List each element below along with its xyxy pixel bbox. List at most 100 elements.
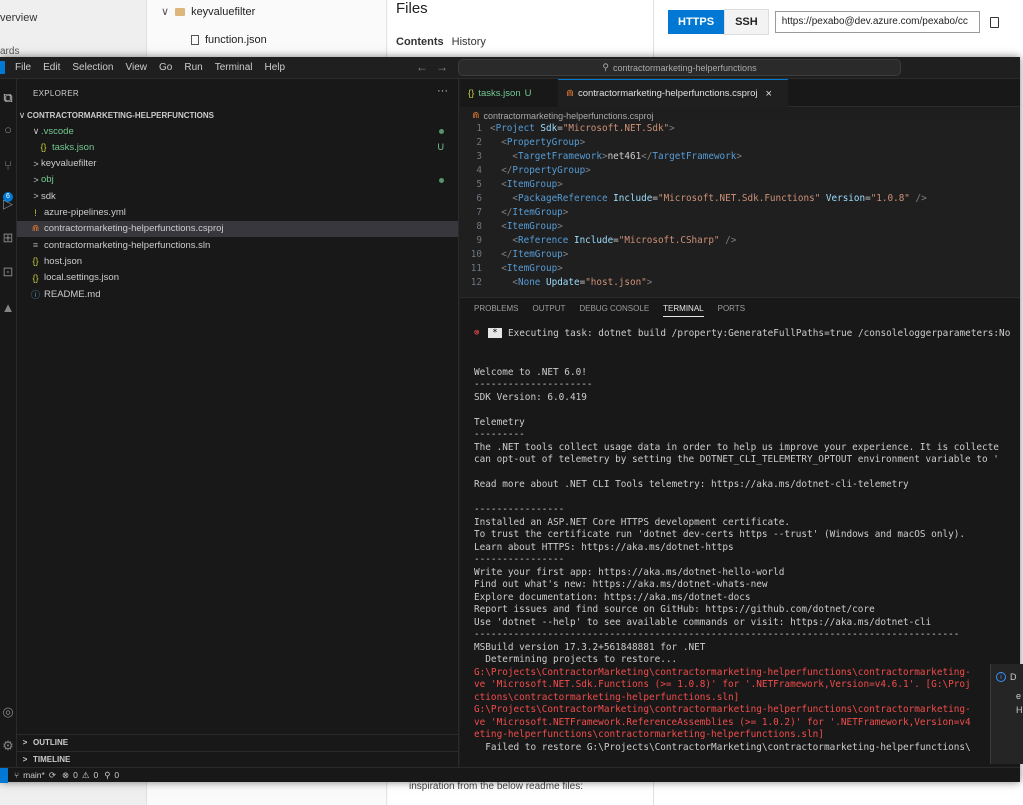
more-actions-icon[interactable]: ··· bbox=[437, 85, 448, 97]
tree-item[interactable]: {} tasks.json U bbox=[17, 139, 458, 155]
tab-tasks-json[interactable]: {} tasks.json U bbox=[460, 79, 558, 107]
tab-terminal[interactable]: TERMINAL bbox=[663, 304, 704, 317]
code-line: 8 <ItemGroup> bbox=[460, 221, 1020, 235]
tree-item-keyvaluefilter[interactable]: ∨ keyvaluefilter bbox=[161, 5, 255, 19]
explorer-root[interactable]: ∨ CONTRACTORMARKETING-HELPERFUNCTIONS bbox=[17, 107, 458, 123]
terminal-line: Welcome to .NET 6.0! bbox=[474, 366, 587, 378]
modified-dot-icon bbox=[439, 175, 444, 185]
exec-line: Executing task: dotnet build /property:G… bbox=[508, 328, 1011, 339]
menu-file[interactable]: File bbox=[15, 62, 31, 73]
tab-ports[interactable]: PORTS bbox=[718, 304, 745, 317]
code-text: <TargetFramework>net461</TargetFramework… bbox=[512, 151, 742, 162]
terminal-line: eting-helperfunctions\contractormarketin… bbox=[474, 729, 824, 740]
menu-run[interactable]: Run bbox=[184, 62, 202, 73]
menu-go[interactable]: Go bbox=[159, 62, 172, 73]
terminal-line: Write your first app: https://aka.ms/dot… bbox=[474, 566, 785, 578]
tree-item[interactable]: {} host.json bbox=[17, 253, 458, 269]
tree-item[interactable]: > keyvaluefilter bbox=[17, 156, 458, 172]
code-line: 6 <PackageReference Include="Microsoft.N… bbox=[460, 193, 1020, 207]
outline-section[interactable]: > OUTLINE bbox=[17, 734, 458, 750]
tree-item[interactable]: ∨ .vscode bbox=[17, 123, 458, 139]
clone-url-input[interactable]: https://pexabo@dev.azure.com/pexabo/cc bbox=[774, 11, 980, 33]
code-editor[interactable]: 1 <Project Sdk="Microsoft.NET.Sdk"> 2 <Pro… bbox=[460, 121, 1020, 297]
notification-toast[interactable]: i D e H bbox=[990, 664, 1023, 764]
back-arrow-icon[interactable]: ← bbox=[416, 60, 436, 74]
menu-terminal[interactable]: Terminal bbox=[215, 62, 253, 73]
explorer-icon[interactable]: ⧉ bbox=[1, 91, 15, 105]
menu-help[interactable]: Help bbox=[265, 62, 286, 73]
tab-contents[interactable]: Contents bbox=[396, 36, 444, 48]
menu-edit[interactable]: Edit bbox=[43, 62, 60, 73]
folder-icon bbox=[175, 7, 186, 16]
tab-label: contractormarketing-helperfunctions.cspr… bbox=[577, 88, 758, 99]
terminal-line: ----------------------------------------… bbox=[474, 629, 960, 640]
warnings-count: 0 bbox=[93, 770, 99, 780]
tree-item[interactable]: ⋒ contractormarketing-helperfunctions.csp… bbox=[17, 220, 458, 237]
error-icon: ⊗ bbox=[474, 328, 480, 338]
ports-count: 0 bbox=[114, 770, 120, 780]
nav-overview[interactable]: verview bbox=[0, 12, 37, 24]
terminal-line: ---------------- bbox=[474, 504, 565, 515]
terminal-line: The .NET tools collect usage data in ord… bbox=[474, 441, 999, 453]
terminal-line: SDK Version: 6.0.419 bbox=[474, 391, 587, 403]
https-button[interactable]: HTTPS bbox=[668, 10, 725, 34]
menu-view[interactable]: View bbox=[126, 62, 148, 73]
menu-selection[interactable]: Selection bbox=[72, 62, 113, 73]
extensions-icon[interactable]: ⊞ bbox=[1, 231, 15, 245]
account-icon[interactable]: ◎ bbox=[1, 705, 15, 719]
problems-indicator[interactable]: ⊗ 0 ⚠ 0 bbox=[62, 770, 98, 781]
line-number: 11 bbox=[470, 263, 482, 274]
tab-output[interactable]: OUTPUT bbox=[532, 304, 565, 317]
tab-csproj[interactable]: ⋒ contractormarketing-helperfunctions.cs… bbox=[558, 79, 788, 107]
breadcrumb[interactable]: ⋒ contractormarketing-helperfunctions.cs… bbox=[472, 110, 654, 121]
copy-icon[interactable] bbox=[989, 16, 999, 28]
azure-icon[interactable]: ▲ bbox=[1, 301, 15, 315]
terminal-line: Find out what's new: https://aka.ms/dotn… bbox=[474, 579, 768, 590]
tree-item[interactable]: > sdk bbox=[17, 188, 458, 204]
rss-file-icon: ⋒ bbox=[566, 88, 574, 99]
tree-item-function-json[interactable]: function.json bbox=[191, 34, 267, 46]
terminal-line: can opt-out of telemetry by setting the … bbox=[474, 454, 999, 465]
run-debug-icon[interactable]: ▷ bbox=[1, 197, 15, 211]
vscode-logo-icon bbox=[0, 61, 5, 74]
command-center[interactable]: ⚲ contractormarketing-helperfunctions bbox=[458, 59, 901, 76]
tab-debug-console[interactable]: DEBUG CONSOLE bbox=[579, 304, 649, 317]
file-type-icon: ≡ bbox=[32, 240, 39, 251]
code-line: 11 <ItemGroup> bbox=[460, 263, 1020, 277]
source-control-icon[interactable]: ⑂ bbox=[1, 159, 15, 173]
explorer-header: EXPLORER bbox=[33, 89, 79, 98]
chevron-down-icon: ∨ bbox=[161, 6, 170, 18]
remote-explorer-icon[interactable]: ⊡ bbox=[1, 265, 15, 279]
forward-arrow-icon[interactable]: → bbox=[436, 60, 456, 74]
terminal-line: To trust the certificate run 'dotnet dev… bbox=[474, 529, 966, 540]
line-number: 12 bbox=[470, 277, 482, 288]
tree-item[interactable]: {} local.settings.json bbox=[17, 270, 458, 286]
timeline-section[interactable]: > TIMELINE bbox=[17, 751, 458, 767]
nav-boards[interactable]: ards bbox=[0, 46, 19, 57]
code-line: 1 <Project Sdk="Microsoft.NET.Sdk"> bbox=[460, 123, 1020, 137]
tree-item[interactable]: ≡ contractormarketing-helperfunctions.sln bbox=[17, 237, 458, 253]
code-line: 10 </ItemGroup> bbox=[460, 249, 1020, 263]
remote-indicator[interactable] bbox=[0, 767, 8, 783]
tab-problems[interactable]: PROBLEMS bbox=[474, 304, 518, 317]
ports-indicator[interactable]: ⚲ 0 bbox=[104, 770, 119, 781]
search-icon[interactable]: ○ bbox=[1, 123, 15, 137]
terminal-line: G:\Projects\ContractorMarketing\contract… bbox=[474, 666, 971, 678]
close-icon[interactable]: × bbox=[766, 88, 772, 100]
tree-item[interactable]: ⓘ README.md bbox=[17, 286, 458, 302]
code-line: 5 <ItemGroup> bbox=[460, 179, 1020, 193]
readme-text: inspiration from the below readme files: bbox=[409, 781, 583, 792]
terminal-line: Learn about HTTPS: https://aka.ms/dotnet… bbox=[474, 541, 734, 553]
title-bar: File Edit Selection View Go Run Terminal… bbox=[0, 57, 1020, 79]
terminal-line: G:\Projects\ContractorMarketing\contract… bbox=[474, 704, 971, 715]
tab-history[interactable]: History bbox=[452, 36, 486, 48]
gear-icon[interactable]: ⚙ bbox=[1, 739, 15, 753]
editor-tabs: {} tasks.json U ⋒ contractormarketing-he… bbox=[460, 79, 1020, 107]
ssh-button[interactable]: SSH bbox=[724, 9, 769, 35]
tree-item[interactable]: ! azure-pipelines.yml bbox=[17, 205, 458, 221]
files-title: Files bbox=[396, 0, 428, 17]
tree-item[interactable]: > obj bbox=[17, 172, 458, 188]
branch-indicator[interactable]: ⑂ main* ⟳ bbox=[14, 770, 56, 781]
terminal-line: --------- bbox=[474, 429, 525, 440]
tree-item-label: contractormarketing-helperfunctions.sln bbox=[44, 239, 211, 251]
